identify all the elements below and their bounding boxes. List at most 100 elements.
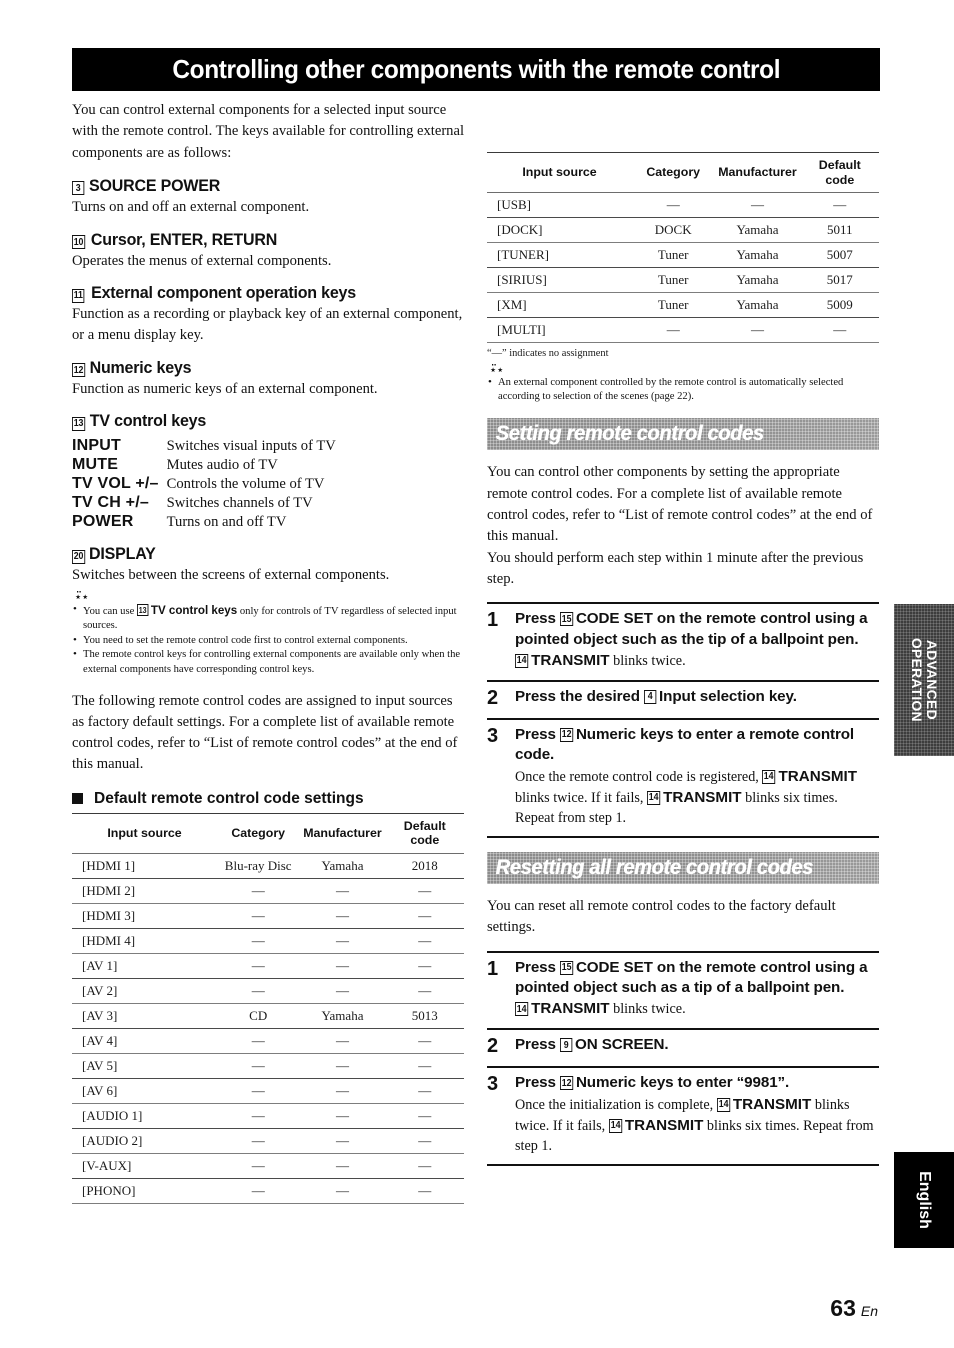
tv-key-desc: Switches visual inputs of TV [166, 438, 336, 455]
cell-manufacturer: — [299, 978, 386, 1005]
table-row: [AV 3] CD Yamaha 5013 [72, 1003, 464, 1030]
table-row: [AUDIO 1] — — — [72, 1103, 464, 1130]
step-subtext: Once the remote control code is register… [515, 767, 879, 829]
side-tab-advanced-operation: ADVANCED OPERATION [894, 604, 954, 756]
list-item: You can use 13TV control keys only for c… [72, 602, 464, 633]
page-title-banner: Controlling other components with the re… [72, 48, 880, 91]
tv-key-desc: Switches channels of TV [166, 495, 313, 512]
table-row: [HDMI 3] — — — [72, 903, 464, 930]
note-text: The remote control keys for controlling … [83, 649, 461, 675]
table-footnote: “—” indicates no assignment [487, 348, 609, 360]
cell-input-source: [HDMI 3] [72, 903, 218, 930]
cell-input-source: [TUNER] [487, 242, 633, 269]
cell-input-source: [AV 5] [72, 1053, 218, 1080]
key-title: External component operation keys [91, 284, 357, 303]
cell-manufacturer: — [299, 1153, 386, 1180]
step-key-label: TRANSMIT [531, 651, 610, 669]
note-text: You need to set the remote control code … [83, 634, 408, 646]
tv-key-row: TV VOL +/– Controls the volume of TV [72, 475, 336, 494]
side-tab-label: ADVANCED OPERATION [909, 638, 940, 722]
step-subtext: 14 TRANSMIT blinks twice. [515, 999, 879, 1020]
key-title: Cursor, ENTER, RETURN [90, 230, 277, 249]
step-reset-2: 2 Press 9 ON SCREEN. [487, 1028, 879, 1066]
step-body: Press 9 ON SCREEN. [515, 1035, 879, 1058]
cell-manufacturer: — [714, 317, 801, 344]
cell-default-code: — [385, 1103, 464, 1130]
cell-category: Tuner [632, 292, 715, 319]
step-key-label: CODE SET [575, 610, 653, 628]
cell-input-source: [AV 1] [72, 953, 218, 980]
page-number: 63 [830, 1295, 856, 1321]
step-text: . [792, 687, 797, 705]
step-reset-1: 1 Press 15 CODE SET on the remote control… [487, 950, 879, 1029]
step-setting-1: 1 Press 15 CODE SET on the remote control… [487, 602, 879, 680]
cell-input-source: [HDMI 1] [72, 853, 218, 880]
step-reset-3: 3 Press 12 Numeric keys to enter “9981”. … [487, 1066, 879, 1167]
cell-category: — [217, 1178, 300, 1205]
step-key-label: CODE SET [575, 958, 653, 976]
step-title: Press 9 ON SCREEN. [515, 1035, 879, 1055]
step-title: Press 15 CODE SET on the remote control u… [515, 609, 879, 650]
cell-default-code: — [800, 317, 879, 344]
tv-key-row: INPUT Switches visual inputs of TV [72, 437, 336, 456]
step-key-label: TRANSMIT [624, 1116, 704, 1134]
step-number: 3 [487, 724, 499, 747]
step-body: Press 15 CODE SET on the remote control u… [515, 958, 879, 1021]
cell-manufacturer: — [299, 928, 386, 955]
step-setting-2: 2 Press the desired 4 Input selection key… [487, 679, 879, 718]
cell-category: — [217, 1053, 300, 1080]
key-number-icon: 14 [608, 1118, 623, 1133]
key-heading-tv-control-keys: 13 TV control keys [72, 412, 464, 431]
key-number-icon: 12 [560, 1076, 574, 1091]
cell-category: Blu-ray Disc [217, 853, 300, 880]
cell-default-code: 5013 [385, 1003, 464, 1030]
step-text: Once the initialization is complete, [515, 1096, 717, 1113]
cell-manufacturer: Yamaha [299, 1003, 386, 1030]
step-key-label: Numeric keys [575, 1074, 674, 1092]
subheading-default-codes: Default remote control code settings [72, 790, 464, 808]
step-key-label: ON SCREEN [575, 1036, 665, 1054]
table-header-row: Input source Category Manufacturer Defau… [487, 151, 879, 194]
cell-category: CD [217, 1003, 300, 1030]
step-key-label: TRANSMIT [531, 1000, 610, 1018]
step-key-label: TRANSMIT [663, 788, 742, 806]
note-text: You can use [83, 606, 137, 618]
col-default-code: Default code [385, 812, 464, 855]
tv-key-row: MUTE Mutes audio of TV [72, 456, 336, 475]
side-tab-line2: OPERATION [909, 638, 925, 722]
cell-manufacturer: Yamaha [299, 853, 386, 880]
col-manufacturer: Manufacturer [299, 812, 386, 855]
table-row: [SIRIUS] Tuner Yamaha 5017 [487, 267, 879, 294]
key-desc-source-power: Turns on and off an external component. [72, 198, 310, 215]
key-desc-display: Switches between the screens of external… [72, 567, 390, 584]
key-number-icon: 14 [515, 653, 529, 668]
table-row: [AV 2] — — — [72, 978, 464, 1005]
cell-input-source: [XM] [487, 292, 633, 319]
key-number-icon: 4 [644, 689, 657, 704]
step-number: 3 [487, 1073, 499, 1096]
tv-key-desc: Turns on and off TV [166, 514, 287, 531]
cell-manufacturer: — [299, 1103, 386, 1130]
tip-bulb-icon: ⋆̈⋆ [74, 589, 89, 605]
col-input-source: Input source [72, 812, 218, 855]
notes-list-left: You can use 13TV control keys only for c… [72, 602, 464, 676]
step-key-label: TRANSMIT [732, 1095, 812, 1113]
step-number: 1 [487, 957, 499, 980]
cell-category: Tuner [632, 242, 715, 269]
step-text: Press [515, 725, 560, 743]
section-setting-body-1: You can control other components by sett… [487, 464, 873, 545]
cell-manufacturer: Yamaha [714, 267, 801, 294]
step-number: 1 [487, 609, 499, 632]
section-bar-resetting-codes: Resetting all remote control codes [487, 852, 879, 885]
cell-manufacturer: — [299, 1128, 386, 1155]
notes-list-right: An external component controlled by the … [487, 375, 879, 404]
step-body: Press 12 Numeric keys to enter a remote c… [515, 725, 879, 828]
cell-manufacturer: — [299, 1028, 386, 1055]
cell-default-code: — [385, 978, 464, 1005]
step-key-label: Input selection key [659, 687, 793, 705]
tv-key-name: MUTE [72, 456, 119, 474]
table-row: [HDMI 1] Blu-ray Disc Yamaha 2018 [72, 853, 464, 880]
col-default-code-line1: Default [818, 158, 861, 172]
note-bold: TV control keys [150, 604, 238, 618]
key-number-icon: 12 [560, 727, 574, 742]
